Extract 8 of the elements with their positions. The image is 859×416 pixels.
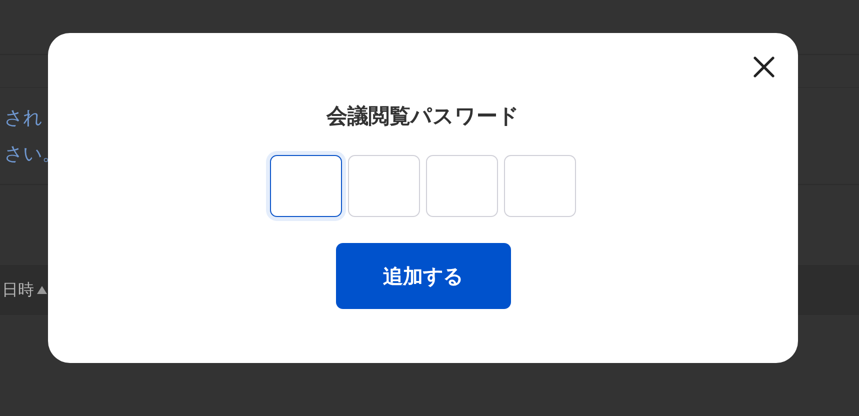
notice-text: され	[4, 106, 42, 131]
dialog-title: 会議閲覧パスワード	[326, 103, 520, 130]
sort-up-icon[interactable]	[36, 285, 48, 295]
close-button[interactable]	[752, 55, 776, 79]
add-button[interactable]: 追加する	[336, 243, 510, 309]
notice-text: さい。	[4, 142, 61, 167]
column-header[interactable]: 日時	[2, 280, 34, 300]
code-digit-field[interactable]	[270, 155, 342, 217]
